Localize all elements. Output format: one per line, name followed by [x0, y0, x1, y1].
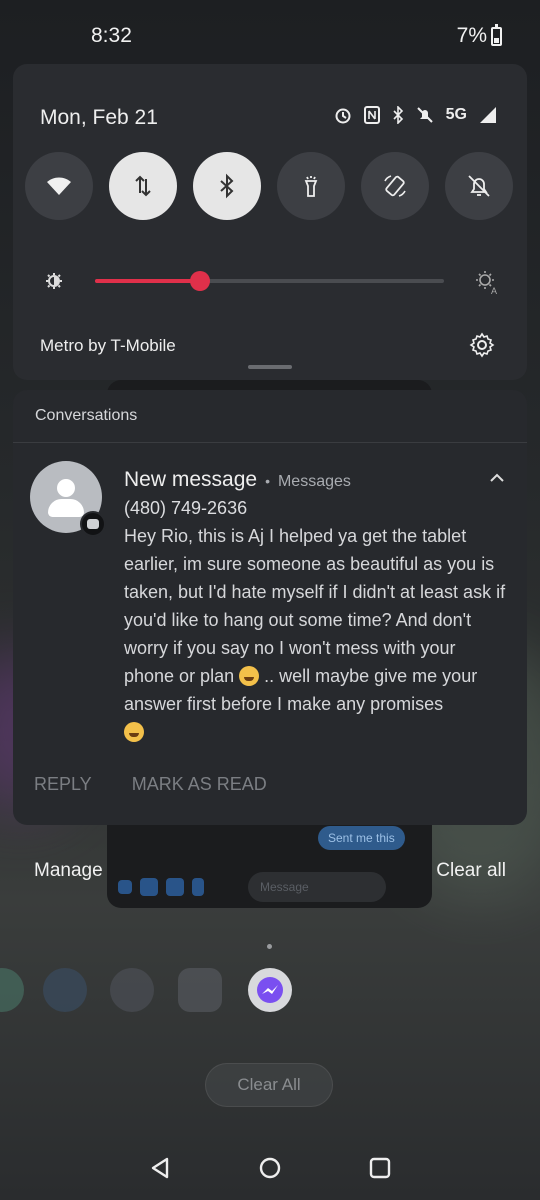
notification-body: Hey Rio, this is Aj I helped ya get the …: [124, 522, 509, 746]
manage-button[interactable]: Manage: [34, 860, 103, 882]
silent-bell-icon: [416, 107, 433, 123]
notification-section-header: Conversations: [35, 407, 138, 424]
back-button[interactable]: [146, 1154, 174, 1182]
flashlight-icon: [304, 176, 318, 197]
svg-text:A: A: [491, 286, 497, 296]
home-button[interactable]: [256, 1154, 284, 1182]
reply-button[interactable]: REPLY: [34, 774, 92, 795]
body-text: Hey Rio, this is Aj I helped ya get the …: [124, 526, 506, 686]
notification-actions: REPLY MARK AS READ: [34, 774, 267, 795]
sent-message-bubble: Sent me this: [318, 826, 405, 850]
home-circle-icon: [259, 1157, 281, 1179]
brightness-track[interactable]: [95, 271, 444, 291]
bluetooth-icon: [220, 173, 234, 199]
rotate-icon: [384, 175, 406, 197]
notification-card[interactable]: Conversations New message • Messages (48…: [13, 390, 527, 825]
battery-percent: 7%: [456, 24, 487, 47]
alarm-icon: [335, 108, 351, 124]
chevron-up-icon[interactable]: [489, 472, 505, 484]
battery-indicator: 7%: [456, 23, 502, 48]
mic-icon: [192, 878, 204, 896]
message-input: Message: [248, 872, 386, 902]
battery-icon: [491, 23, 502, 46]
bluetooth-tile[interactable]: [193, 152, 261, 220]
data-arrows-icon: [135, 175, 151, 197]
status-bar: 8:32 7%: [0, 0, 540, 64]
notification-title-row: New message • Messages: [124, 468, 351, 492]
qs-date: Mon, Feb 21: [40, 106, 158, 129]
page-indicator: [267, 944, 272, 949]
bell-off-icon: [468, 175, 490, 197]
wifi-tile[interactable]: [25, 152, 93, 220]
assistant-app-icon[interactable]: [110, 968, 154, 1012]
recents-square-icon: [369, 1157, 391, 1179]
auto-brightness-icon[interactable]: A: [473, 268, 501, 296]
notification-app-name: Messages: [277, 473, 351, 490]
brightness-fill: [95, 279, 200, 283]
grinning-emoji-icon: [239, 666, 260, 686]
clear-all-notifications-button[interactable]: Clear all: [436, 860, 506, 882]
brightness-slider[interactable]: A: [41, 264, 501, 298]
panel-drag-handle[interactable]: [248, 365, 292, 369]
facebook-app-icon[interactable]: [43, 968, 87, 1012]
quick-settings-panel: Mon, Feb 21 5G A Metro by T-Mobile: [13, 64, 527, 380]
flashlight-tile[interactable]: [277, 152, 345, 220]
qs-tiles: [25, 152, 513, 220]
brightness-low-icon: [46, 273, 62, 289]
status-time: 8:32: [91, 24, 132, 47]
messenger-icon: [257, 977, 283, 1003]
notification-sender: (480) 749-2636: [124, 498, 248, 518]
mark-as-read-button[interactable]: MARK AS READ: [132, 774, 267, 795]
winking-emoji-icon: [124, 722, 144, 742]
notification-title: New message: [124, 468, 258, 491]
network-type: 5G: [445, 106, 467, 123]
apps-icon: [118, 880, 132, 894]
app-icon[interactable]: [0, 968, 24, 1012]
person-icon-head: [57, 479, 75, 497]
bluetooth-status-icon: [393, 106, 403, 124]
carrier-name: Metro by T-Mobile: [40, 336, 176, 355]
recents-clear-all-button[interactable]: Clear All: [205, 1063, 333, 1107]
navigation-bar: [0, 1140, 540, 1196]
metro-app-icon[interactable]: [178, 968, 222, 1012]
title-separator: •: [265, 473, 270, 489]
back-triangle-icon: [151, 1157, 169, 1179]
nfc-icon: [363, 106, 380, 124]
recents-app-row: [0, 968, 540, 1016]
mobile-data-tile[interactable]: [109, 152, 177, 220]
gallery-icon: [166, 878, 184, 896]
dnd-tile[interactable]: [445, 152, 513, 220]
qs-status-icons: 5G: [334, 106, 497, 124]
auto-rotate-tile[interactable]: [361, 152, 429, 220]
messages-app-badge-icon: [80, 511, 106, 537]
settings-gear-icon[interactable]: [469, 332, 495, 358]
brightness-thumb[interactable]: [190, 271, 210, 291]
person-icon-body: [48, 499, 84, 517]
messenger-app-icon[interactable]: [248, 968, 292, 1012]
recents-button[interactable]: [366, 1154, 394, 1182]
camera-icon: [140, 878, 158, 896]
divider: [13, 442, 527, 443]
signal-icon: [480, 107, 496, 123]
wifi-icon: [47, 177, 71, 195]
